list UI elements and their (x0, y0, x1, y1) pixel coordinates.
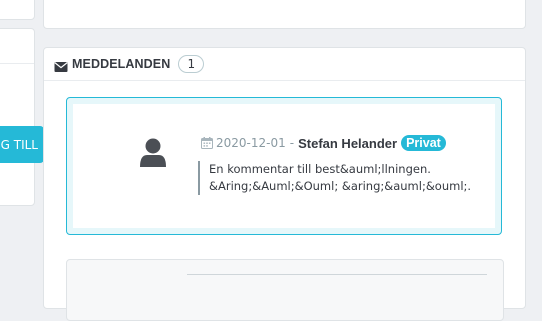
messages-panel: MEDDELANDEN 1 2020-12-01 - Stefan Heland… (43, 47, 526, 321)
left-card-top (0, 0, 35, 20)
message-text: En kommentar till best&auml;llningen. &A… (198, 161, 499, 195)
message-author: Stefan Helander (298, 135, 398, 151)
message-body: 2020-12-01 - Stefan Helander Privat En k… (73, 104, 495, 228)
message-item: 2020-12-01 - Stefan Helander Privat En k… (66, 97, 502, 235)
calendar-icon (201, 137, 213, 149)
message-item-next (66, 259, 504, 321)
messages-header: MEDDELANDEN 1 (44, 48, 525, 81)
add-button[interactable]: G TILL (0, 126, 44, 163)
messages-title: MEDDELANDEN (72, 57, 171, 71)
user-icon (139, 138, 167, 168)
meta-separator: - (289, 136, 295, 150)
private-badge: Privat (401, 135, 446, 151)
divider (0, 63, 34, 64)
envelope-icon (54, 58, 68, 72)
divider (187, 274, 487, 275)
left-card (0, 28, 35, 206)
message-count-badge: 1 (178, 55, 205, 73)
top-card (43, 0, 526, 29)
message-meta: 2020-12-01 - Stefan Helander Privat (201, 135, 446, 151)
message-date: 2020-12-01 (216, 136, 286, 150)
